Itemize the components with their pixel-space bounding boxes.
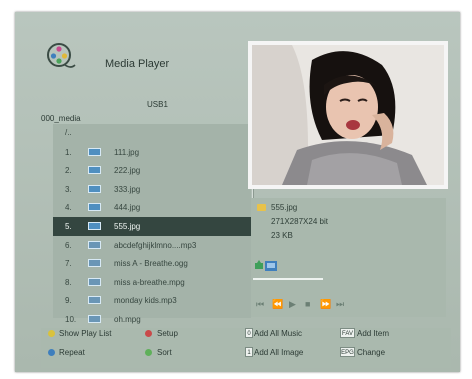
list-item-filename: 222.jpg: [114, 166, 141, 176]
list-item[interactable]: 3. 333.jpg: [53, 180, 251, 199]
list-item-filename: monday kids.mp3: [114, 296, 177, 306]
list-item[interactable]: 8. miss a-breathe.mpg: [53, 273, 251, 292]
rewind-icon[interactable]: ⏪: [272, 299, 283, 310]
list-item-filename: 555.jpg: [114, 222, 141, 231]
music-file-icon: [88, 315, 101, 323]
music-file-icon: [88, 277, 101, 286]
list-item-number: 8.: [65, 277, 72, 287]
music-file-icon: [88, 259, 101, 268]
list-item-filename: miss A - Breathe.ogg: [114, 259, 188, 269]
red-button-icon: [145, 330, 152, 337]
list-item[interactable]: 5. 555.jpg: [53, 217, 251, 236]
up-dir-label: /..: [65, 128, 72, 137]
info-resolution: 271X287X24 bit: [271, 217, 328, 226]
info-size: 23 KB: [271, 231, 293, 240]
blue-button-icon: [48, 349, 55, 356]
add-all-music-hint[interactable]: Add All Music: [254, 329, 302, 338]
playback-progress[interactable]: [253, 278, 323, 280]
list-item-filename: miss a-breathe.mpg: [114, 277, 185, 287]
key-0-badge: 0: [245, 328, 253, 338]
list-item[interactable]: 4. 444.jpg: [53, 198, 251, 217]
list-item-filename: oh.mpg: [114, 315, 141, 324]
list-item[interactable]: 10. oh.mpg: [53, 310, 251, 329]
skip-back-icon[interactable]: ⏮: [256, 299, 264, 310]
image-file-icon: [88, 147, 101, 156]
list-item-number: 2.: [65, 166, 72, 176]
image-file-icon: [88, 166, 101, 175]
add-item-hint[interactable]: Add Item: [357, 329, 389, 338]
play-icon[interactable]: ▶: [289, 299, 296, 310]
list-item-filename: 444.jpg: [114, 203, 141, 213]
skip-forward-icon[interactable]: ⏭: [336, 299, 344, 310]
usb-storage-icon: [255, 260, 277, 271]
yellow-button-icon: [48, 330, 55, 337]
image-file-icon: [88, 222, 101, 230]
setup-hint[interactable]: Setup: [157, 329, 178, 338]
film-reel-icon: [47, 43, 76, 68]
list-item[interactable]: 2. 222.jpg: [53, 161, 251, 180]
media-player-screen: Media Player USB1 000_media /.. 1. 111.jp…: [15, 12, 460, 372]
key-1-badge: 1: [245, 347, 253, 357]
list-item-filename: 111.jpg: [114, 147, 140, 157]
list-item[interactable]: 9. monday kids.mp3: [53, 291, 251, 310]
list-item-filename: 333.jpg: [114, 184, 141, 194]
file-list[interactable]: /.. 1. 111.jpg 2. 222.jpg 3. 333.jpg 4. 444.jpg…: [53, 124, 251, 324]
list-item-number: 10.: [65, 315, 77, 324]
fast-forward-icon[interactable]: ⏩: [320, 299, 331, 310]
device-label: USB1: [147, 100, 168, 109]
list-item-number: 5.: [65, 222, 72, 231]
music-file-icon: [88, 240, 101, 249]
list-item-up-dir[interactable]: /..: [53, 124, 251, 143]
repeat-hint[interactable]: Repeat: [59, 348, 85, 357]
image-preview: [252, 45, 444, 185]
app-title: Media Player: [105, 58, 170, 70]
list-item-number: 3.: [65, 184, 72, 194]
show-play-list-hint[interactable]: Show Play List: [59, 329, 111, 338]
list-item-number: 7.: [65, 259, 72, 269]
folder-icon: [257, 204, 266, 211]
image-file-icon: [88, 184, 101, 193]
list-item-number: 4.: [65, 203, 72, 213]
list-item-number: 1.: [65, 147, 72, 157]
list-item-number: 9.: [65, 296, 72, 306]
list-item-filename: abcdefghijklmno....mp3: [114, 240, 197, 250]
sort-hint[interactable]: Sort: [157, 348, 172, 357]
list-item[interactable]: 7. miss A - Breathe.ogg: [53, 254, 251, 273]
key-fav-badge: FAV: [340, 328, 355, 338]
key-epg-badge: EPG: [340, 347, 355, 357]
stop-icon[interactable]: ■: [305, 299, 310, 309]
list-item[interactable]: 1. 111.jpg: [53, 143, 251, 162]
current-path: 000_media: [41, 114, 81, 123]
list-item-number: 6.: [65, 240, 72, 250]
list-item[interactable]: 6. abcdefghijklmno....mp3: [53, 236, 251, 255]
green-button-icon: [145, 349, 152, 356]
image-file-icon: [88, 203, 101, 212]
change-hint[interactable]: Change: [357, 348, 385, 357]
add-all-image-hint[interactable]: Add All Image: [254, 348, 303, 357]
preview-photo: [252, 45, 444, 185]
music-file-icon: [88, 296, 101, 305]
info-filename: 555.jpg: [271, 203, 298, 212]
